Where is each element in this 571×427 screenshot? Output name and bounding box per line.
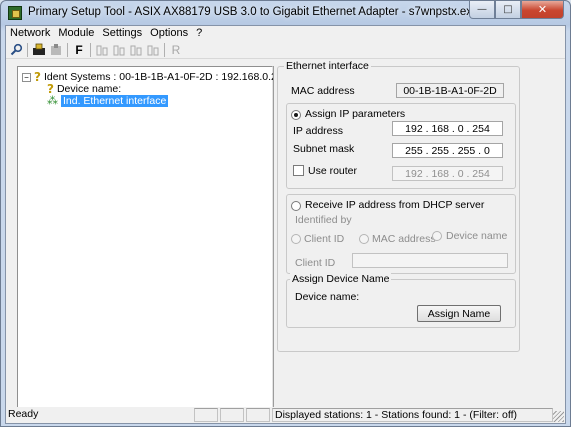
menu-settings[interactable]: Settings xyxy=(98,26,146,41)
question-icon: ? xyxy=(34,70,41,84)
read-icon[interactable] xyxy=(32,43,46,57)
use-router-label[interactable]: Use router xyxy=(308,165,357,177)
toolbar-separator xyxy=(67,42,68,57)
window-title: Primary Setup Tool - ASIX AX88179 USB 3.… xyxy=(28,6,479,18)
app-window: Primary Setup Tool - ASIX AX88179 USB 3.… xyxy=(0,0,571,427)
identified-by-label: Identified by xyxy=(295,214,352,226)
status-stations: Displayed stations: 1 - Stations found: … xyxy=(272,408,553,422)
client-id-label: Client ID xyxy=(295,257,336,269)
use-router-checkbox[interactable] xyxy=(293,165,304,176)
toolbar: F R xyxy=(6,41,565,59)
dhcp-group: Receive IP address from DHCP server Iden… xyxy=(286,194,516,274)
dhcp-radio[interactable] xyxy=(291,201,301,211)
menu-module[interactable]: Module xyxy=(54,26,98,41)
device-name-label: Device name: xyxy=(295,291,360,303)
subnet-mask-label: Subnet mask xyxy=(293,143,355,155)
ip-address-label: IP address xyxy=(293,125,344,137)
close-button[interactable]: ✕ xyxy=(521,1,564,19)
upload-icon[interactable] xyxy=(112,43,126,57)
client-id-input xyxy=(352,253,508,268)
menu-network[interactable]: Network xyxy=(6,26,54,41)
menu-options[interactable]: Options xyxy=(146,26,192,41)
maximize-button[interactable]: □ xyxy=(495,1,521,19)
assign-ip-label[interactable]: Assign IP parameters xyxy=(305,108,405,120)
download-icon[interactable] xyxy=(49,43,63,57)
dhcp-label[interactable]: Receive IP address from DHCP server xyxy=(305,199,484,211)
reset-icon[interactable]: R xyxy=(169,43,183,57)
upload-icon[interactable] xyxy=(129,43,143,57)
status-pane-blank xyxy=(220,408,244,422)
device-name-radio[interactable] xyxy=(432,231,442,241)
upload-icon[interactable] xyxy=(95,43,109,57)
client-id-radio[interactable] xyxy=(291,234,301,244)
mac-address-radio[interactable] xyxy=(359,234,369,244)
toolbar-separator xyxy=(90,42,91,57)
collapse-icon[interactable]: − xyxy=(22,72,31,82)
subnet-mask-input[interactable]: 255 . 255 . 255 . 0 xyxy=(392,143,503,158)
upload-icon[interactable] xyxy=(146,43,160,57)
network-icon: ⁂ xyxy=(47,94,58,107)
assign-device-name-group: Assign Device Name Device name: Assign N… xyxy=(286,273,516,328)
router-address-input: 192 . 168 . 0 . 254 xyxy=(392,166,503,181)
toolbar-separator xyxy=(164,42,165,57)
menu-bar: Network Module Settings Options ? xyxy=(6,26,565,41)
status-pane-blank xyxy=(194,408,218,422)
tree-item-ethernet-interface[interactable]: ⁂ Ind. Ethernet interface xyxy=(47,94,169,107)
status-ready: Ready xyxy=(8,408,39,420)
status-pane-blank xyxy=(246,408,270,422)
assign-ip-radio[interactable] xyxy=(291,110,301,120)
client-id-option-label: Client ID xyxy=(304,233,345,245)
device-tree[interactable]: − ? Ident Systems : 00-1B-1B-A1-0F-2D : … xyxy=(17,66,289,408)
minimize-button[interactable]: — xyxy=(469,1,495,19)
client-area: Network Module Settings Options ? F R − … xyxy=(5,25,566,424)
mac-address-field: 00-1B-1B-A1-0F-2D xyxy=(396,83,504,98)
ip-address-input[interactable]: 192 . 168 . 0 . 254 xyxy=(392,121,503,136)
resize-grip-icon[interactable] xyxy=(553,411,564,422)
toolbar-separator xyxy=(27,42,28,57)
group-title: Assign Device Name xyxy=(290,273,392,285)
search-icon[interactable] xyxy=(9,43,23,57)
flash-icon[interactable]: F xyxy=(72,43,86,57)
title-bar[interactable]: Primary Setup Tool - ASIX AX88179 USB 3.… xyxy=(1,1,570,25)
ethernet-interface-group: Ethernet interface MAC address 00-1B-1B-… xyxy=(277,60,520,352)
menu-help[interactable]: ? xyxy=(192,26,206,41)
properties-panel: Ethernet interface MAC address 00-1B-1B-… xyxy=(274,60,565,408)
device-name-option-label: Device name xyxy=(446,230,508,242)
status-bar: Ready Displayed stations: 1 - Stations f… xyxy=(6,407,565,423)
assign-ip-group: Assign IP parameters IP address 192 . 16… xyxy=(286,103,516,189)
group-title: Ethernet interface xyxy=(284,60,371,72)
mac-address-label: MAC address xyxy=(291,85,355,97)
tree-item-label: Ind. Ethernet interface xyxy=(61,94,169,107)
app-icon xyxy=(8,6,22,20)
assign-name-button[interactable]: Assign Name xyxy=(417,305,501,322)
mac-address-option-label: MAC address xyxy=(372,233,436,245)
caption-buttons: — □ ✕ xyxy=(469,1,564,19)
